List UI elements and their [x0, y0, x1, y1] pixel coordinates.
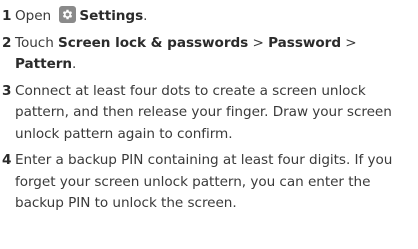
step-text: Touch [15, 34, 54, 51]
step-4: 4 Enter a backup PIN containing at least… [2, 150, 416, 215]
menu-path-password: Password [268, 34, 342, 51]
step-text: Enter a backup PIN containing at least f… [15, 152, 393, 211]
step-number: 2 [2, 34, 12, 51]
path-separator: > [248, 34, 269, 51]
step-number: 3 [2, 82, 12, 99]
settings-label: Settings [79, 8, 144, 24]
step-number: 1 [2, 8, 12, 24]
menu-path-pattern: Pattern [15, 56, 73, 72]
step-text: Connect at least four dots to create a s… [15, 82, 392, 142]
settings-gear-icon [59, 6, 77, 23]
step-text-end: . [72, 56, 77, 72]
step-1: 1 Open Settings. [2, 6, 416, 28]
menu-path-screen-lock: Screen lock & passwords [58, 34, 249, 51]
step-text: Open [15, 8, 52, 24]
step-2: 2 Touch Screen lock & passwords > Passwo… [2, 33, 416, 76]
step-number: 4 [2, 152, 12, 168]
step-3: 3 Connect at least four dots to create a… [2, 81, 416, 146]
path-separator: > [341, 34, 357, 51]
instruction-steps: 1 Open Settings. 2 Touch Screen lock & p… [2, 6, 416, 215]
step-text-end: . [143, 8, 148, 24]
